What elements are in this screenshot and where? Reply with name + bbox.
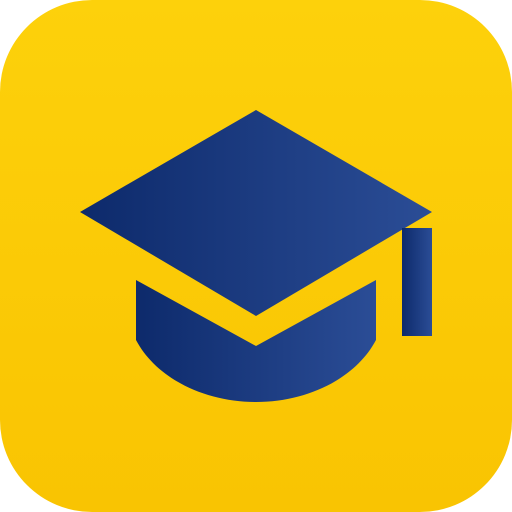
cap-tassel	[402, 228, 432, 336]
app-icon	[0, 0, 512, 512]
app-icon-canvas	[0, 0, 512, 512]
